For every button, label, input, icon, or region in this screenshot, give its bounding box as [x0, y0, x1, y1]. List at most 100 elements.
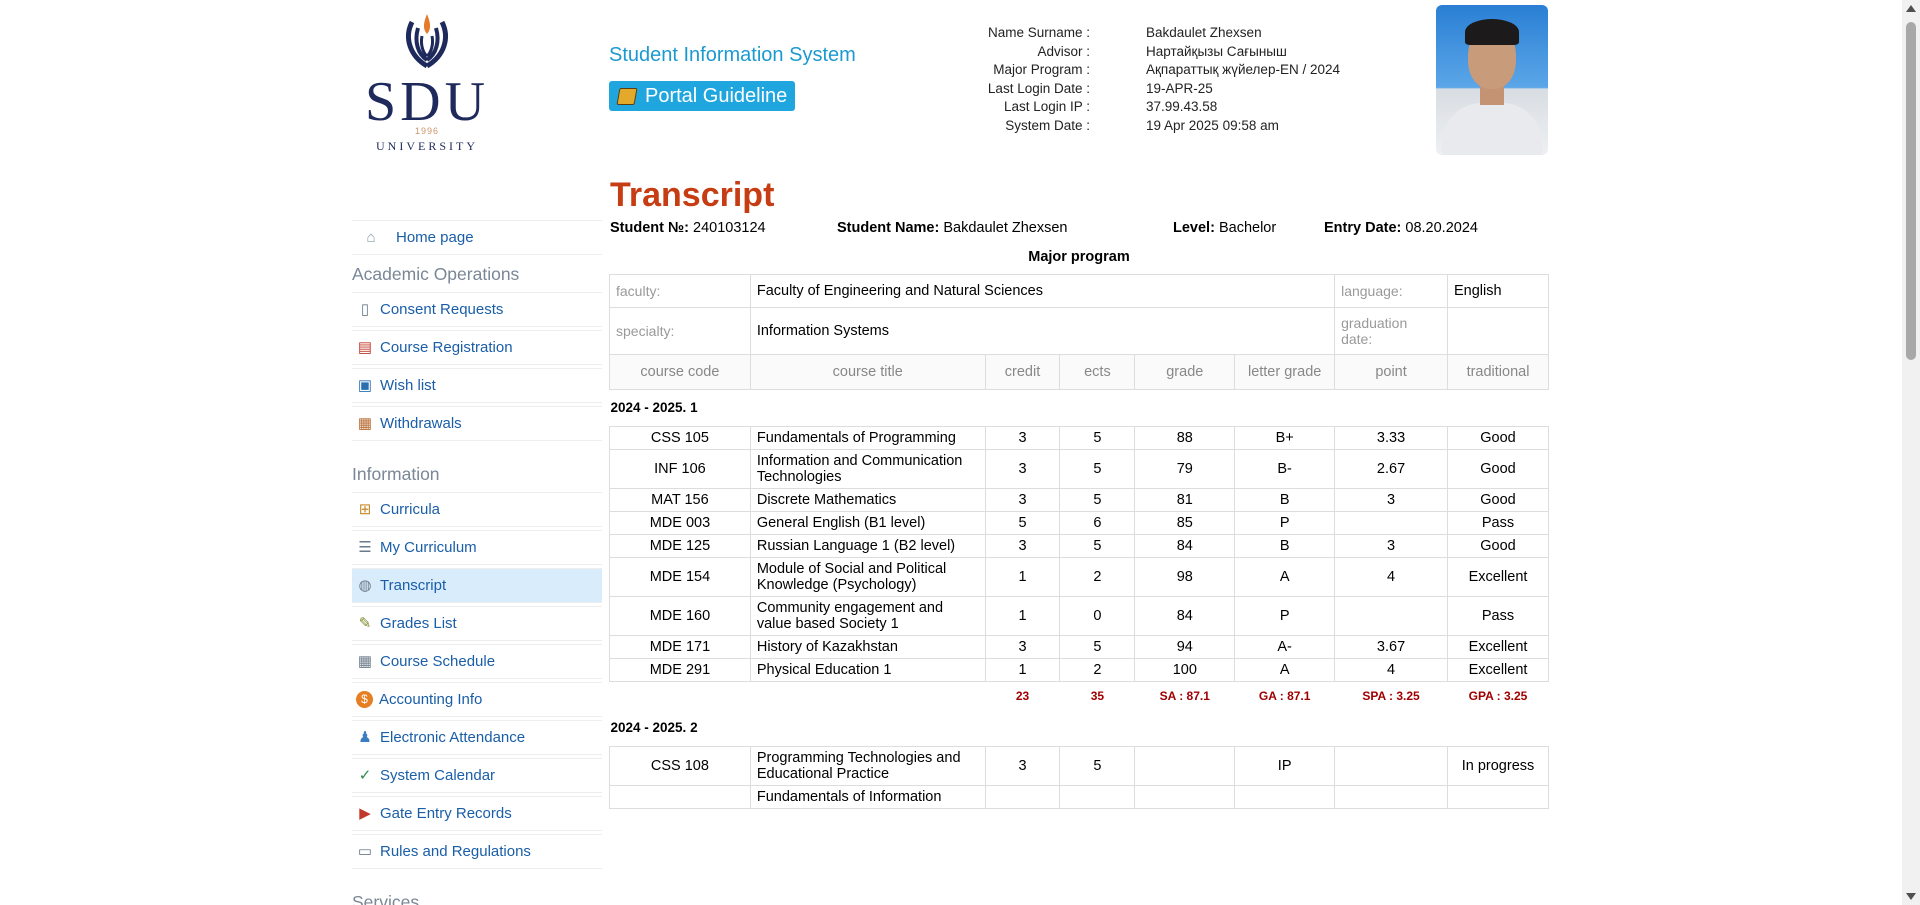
- letter-grade-cell: P: [1234, 511, 1336, 535]
- letter-grade-cell: B: [1234, 534, 1336, 558]
- curricula-icon: ⊞: [358, 500, 372, 518]
- sdu-logo[interactable]: SDU 1996 UNIVERSITY: [354, 8, 500, 150]
- sidebar-item-withdrawals[interactable]: ▦ Withdrawals: [352, 406, 602, 441]
- grade-cell: 100: [1134, 658, 1236, 682]
- grade-cell: 94: [1134, 635, 1236, 659]
- ects-cell: 5: [1059, 635, 1136, 659]
- sidebar-item-wish-list[interactable]: ▣ Wish list: [352, 368, 602, 403]
- sidebar-item-consent-requests[interactable]: ▯ Consent Requests: [352, 292, 602, 327]
- transcript-main: Transcript Student №: 240103124 Student …: [609, 170, 1549, 809]
- sidebar-item-electronic-attendance[interactable]: ♟ Electronic Attendance: [352, 720, 602, 755]
- scrollbar-thumb[interactable]: [1906, 22, 1916, 360]
- course-title-cell: Module of Social and Political Knowledge…: [749, 557, 986, 597]
- course-title-cell: Fundamentals of Information: [749, 785, 986, 809]
- document-icon: ▭: [357, 842, 373, 860]
- credit-cell: 3: [984, 746, 1061, 786]
- transcript-table: faculty: Faculty of Engineering and Natu…: [609, 274, 1549, 809]
- column-header-row: course code course title credit ects gra…: [609, 354, 1549, 390]
- credit-cell: 1: [984, 557, 1061, 597]
- course-code-cell: MDE 003: [609, 511, 751, 535]
- course-code-cell: INF 106: [609, 449, 751, 489]
- course-title-cell: Discrete Mathematics: [749, 488, 986, 512]
- course-code-cell: MAT 156: [609, 488, 751, 512]
- logo-university: UNIVERSITY: [376, 139, 478, 150]
- sidebar-item-accounting-info[interactable]: $ Accounting Info: [352, 682, 602, 717]
- traditional-cell: [1447, 785, 1549, 809]
- total-ects: 35: [1090, 689, 1105, 703]
- traditional-cell: Good: [1447, 449, 1549, 489]
- semester-row: 2024 - 2025. 1: [610, 390, 1549, 427]
- traditional-cell: Good: [1447, 488, 1549, 512]
- calendar-check-icon: ✓: [358, 766, 372, 784]
- sidebar-item-transcript[interactable]: ◍ Transcript: [352, 568, 602, 603]
- credit-cell: 3: [984, 635, 1061, 659]
- general-average: GA : 87.1: [1258, 689, 1311, 703]
- credit-cell: [984, 785, 1061, 809]
- language-value: English: [1447, 274, 1549, 308]
- point-cell: [1334, 746, 1448, 786]
- letter-grade-cell: A-: [1234, 635, 1336, 659]
- logo-year: 1996: [414, 126, 440, 136]
- grade-cell: 98: [1134, 557, 1236, 597]
- sidebar-item-rules-and-regulations[interactable]: ▭ Rules and Regulations: [352, 834, 602, 869]
- traditional-cell: Excellent: [1447, 658, 1549, 682]
- major-program-heading: Major program: [1028, 249, 1130, 265]
- sidebar-item-curricula[interactable]: ⊞ Curricula: [352, 492, 602, 527]
- person-icon: ♟: [358, 728, 372, 746]
- point-cell: [1334, 785, 1448, 809]
- course-code-cell: MDE 171: [609, 635, 751, 659]
- student-number: 240103124: [693, 220, 766, 236]
- course-code-cell: CSS 105: [609, 426, 751, 450]
- level: Bachelor: [1218, 220, 1277, 236]
- gate-icon: ▶: [359, 804, 371, 822]
- grade-cell: [1134, 746, 1236, 786]
- scroll-up-arrow-icon[interactable]: [1906, 5, 1916, 12]
- traditional-cell: Good: [1447, 426, 1549, 450]
- ects-cell: 5: [1059, 426, 1136, 450]
- student-photo: [1436, 5, 1548, 155]
- faculty-row: faculty: Faculty of Engineering and Natu…: [609, 274, 1549, 308]
- table-row: Fundamentals of Information: [609, 785, 1549, 809]
- traditional-cell: In progress: [1447, 746, 1549, 786]
- home-icon: ⌂: [366, 228, 376, 246]
- ects-cell: 2: [1059, 658, 1136, 682]
- course-title-cell: Community engagement and value based Soc…: [749, 596, 986, 636]
- table-row: MAT 156 Discrete Mathematics 3 5 81 B 3 Good: [609, 488, 1549, 512]
- sidebar-item-course-schedule[interactable]: ▦ Course Schedule: [352, 644, 602, 679]
- course-code-cell: CSS 108: [609, 746, 751, 786]
- student-name: Bakdaulet Zhexsen: [943, 220, 1068, 236]
- sidebar-item-course-registration[interactable]: ▤ Course Registration: [352, 330, 602, 365]
- specialty-value: Information Systems: [749, 307, 1336, 355]
- registration-icon: ▤: [357, 338, 373, 356]
- scroll-down-arrow-icon[interactable]: [1906, 893, 1916, 900]
- letter-grade-cell: A: [1234, 557, 1336, 597]
- grades-icon: ✎: [358, 614, 372, 632]
- portal-guideline-button[interactable]: Portal Guideline: [609, 81, 796, 111]
- sidebar-item-system-calendar[interactable]: ✓ System Calendar: [352, 758, 602, 793]
- grade-cell: 85: [1134, 511, 1236, 535]
- letter-grade-cell: B+: [1234, 426, 1336, 450]
- ects-cell: 0: [1059, 596, 1136, 636]
- sidebar-item-home[interactable]: ⌂ Home page: [352, 220, 602, 255]
- point-cell: 2.67: [1334, 449, 1448, 489]
- course-title-cell: History of Kazakhstan: [749, 635, 986, 659]
- sidebar-item-gate-entry-records[interactable]: ▶ Gate Entry Records: [352, 796, 602, 831]
- sidebar-item-grades-list[interactable]: ✎ Grades List: [352, 606, 602, 641]
- table-row: MDE 291 Physical Education 1 1 2 100 A 4 Excell…: [609, 658, 1549, 682]
- point-cell: [1334, 511, 1448, 535]
- specialty-row: specialty: Information Systems graduatio…: [609, 307, 1549, 355]
- academic-operations-heading: Academic Operations: [352, 264, 520, 284]
- credit-cell: 5: [984, 511, 1061, 535]
- semester-label: 2024 - 2025. 2: [610, 720, 698, 735]
- clipboard-icon: ▯: [360, 300, 370, 318]
- ects-cell: 2: [1059, 557, 1136, 597]
- vertical-scrollbar[interactable]: [1902, 0, 1920, 905]
- course-title-cell: Physical Education 1: [749, 658, 986, 682]
- semester-average: SA : 87.1: [1159, 689, 1210, 703]
- credit-cell: 3: [984, 488, 1061, 512]
- traditional-cell: Pass: [1447, 511, 1549, 535]
- point-cell: [1334, 596, 1448, 636]
- traditional-cell: Excellent: [1447, 557, 1549, 597]
- sidebar-item-my-curriculum[interactable]: ☰ My Curriculum: [352, 530, 602, 565]
- letter-grade-cell: B: [1234, 488, 1336, 512]
